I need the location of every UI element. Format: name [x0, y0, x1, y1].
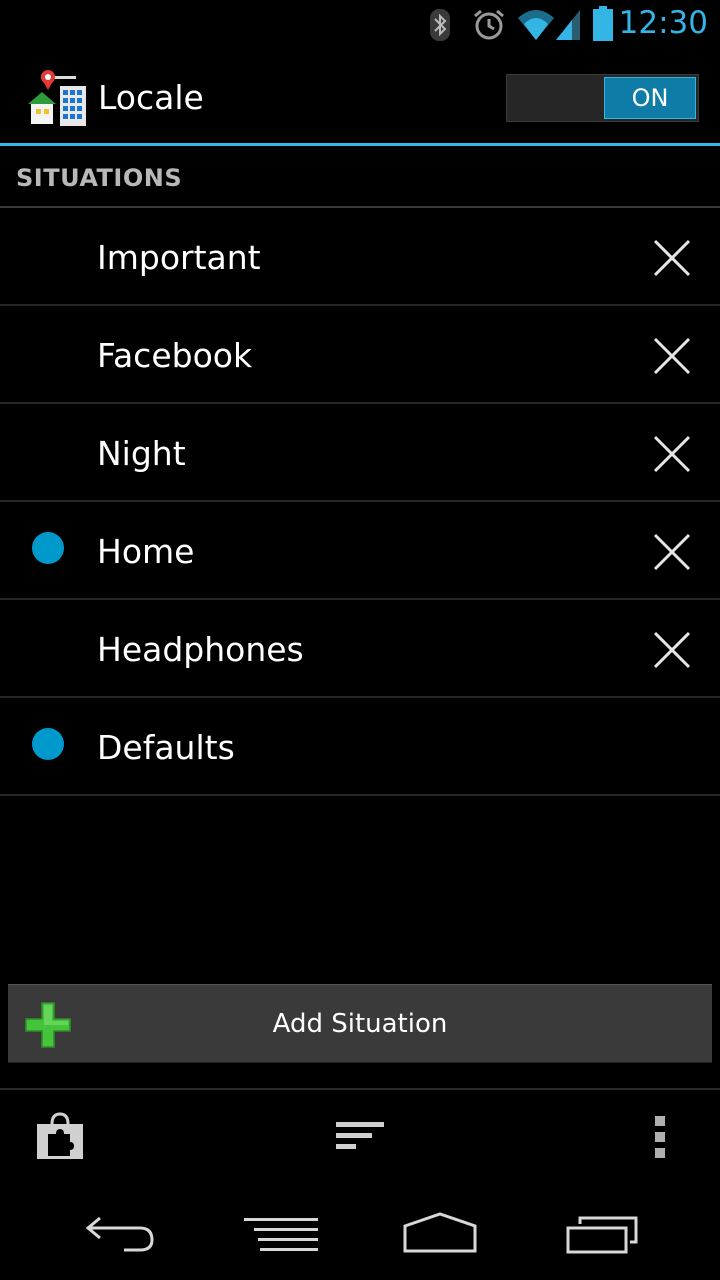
list-item[interactable]: Facebook [0, 306, 720, 404]
list-item[interactable]: Headphones [0, 600, 720, 698]
list-item[interactable]: Home [0, 502, 720, 600]
situations-list: Important Facebook Night Home Headphones… [0, 208, 720, 796]
recent-apps-icon[interactable] [566, 1216, 638, 1254]
toggle-knob[interactable]: ON [604, 77, 696, 119]
overflow-menu-icon[interactable] [654, 1116, 666, 1158]
status-bar: 12:30 [0, 0, 720, 50]
close-icon[interactable] [652, 532, 692, 572]
master-toggle[interactable]: ON [506, 74, 699, 122]
close-icon[interactable] [652, 336, 692, 376]
wifi-icon [518, 10, 554, 40]
list-item[interactable]: Important [0, 208, 720, 306]
list-item[interactable]: Defaults [0, 698, 720, 796]
active-indicator-icon [32, 728, 64, 760]
add-situation-button[interactable]: Add Situation [8, 984, 712, 1063]
locale-app-icon[interactable] [26, 68, 88, 128]
app-title: Locale [98, 78, 204, 117]
alarm-icon [474, 9, 504, 40]
bottom-action-bar [0, 1090, 720, 1186]
sort-icon[interactable] [336, 1120, 384, 1152]
situation-label: Night [97, 434, 186, 473]
situation-label: Home [97, 532, 195, 571]
list-item[interactable]: Night [0, 404, 720, 502]
action-bar-divider [0, 143, 720, 146]
clock: 12:30 [618, 5, 708, 41]
action-bar: Locale ON [0, 50, 720, 144]
close-icon[interactable] [652, 434, 692, 474]
active-indicator-icon [32, 532, 64, 564]
close-icon[interactable] [652, 238, 692, 278]
battery-icon [593, 6, 613, 41]
situation-label: Facebook [97, 336, 253, 375]
situation-label: Important [97, 238, 261, 277]
situation-label: Defaults [97, 728, 235, 767]
situation-label: Headphones [97, 630, 304, 669]
home-icon[interactable] [402, 1212, 478, 1254]
add-situation-label: Add Situation [272, 1009, 448, 1039]
menu-icon[interactable] [244, 1216, 318, 1252]
close-icon[interactable] [652, 630, 692, 670]
plugin-store-icon[interactable] [36, 1112, 84, 1160]
signal-icon [556, 10, 580, 40]
bluetooth-icon [430, 9, 450, 41]
section-header: SITUATIONS [16, 164, 183, 192]
back-icon[interactable] [84, 1214, 156, 1254]
navigation-bar [0, 1186, 720, 1280]
